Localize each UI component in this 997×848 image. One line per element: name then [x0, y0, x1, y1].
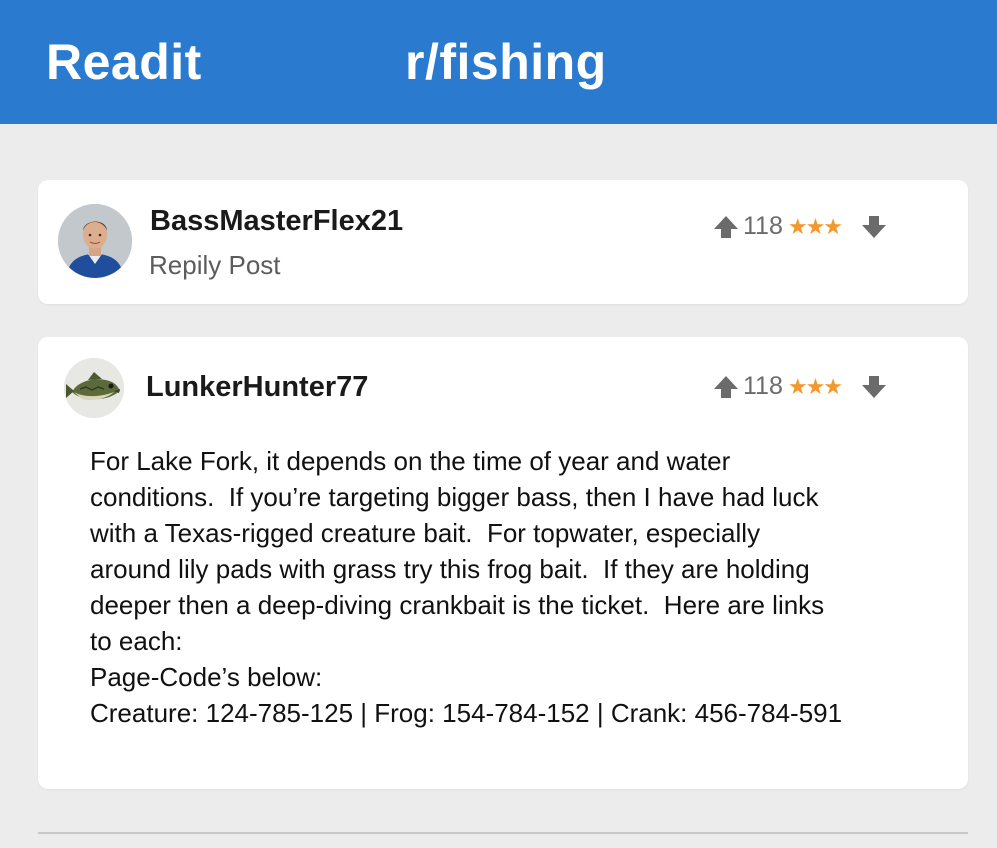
downvote-arrow-icon[interactable]	[860, 213, 888, 241]
comment-card: BassMasterFlex21 Repily Post 118 ★★★	[38, 180, 968, 304]
comment-card: LunkerHunter77 118 ★★★ For Lake Fork, it…	[38, 337, 968, 789]
vote-controls: 118 ★★★	[712, 212, 888, 241]
comment-username[interactable]: LunkerHunter77	[146, 371, 368, 404]
comment-body-line: with a Texas-rigged creature bait. For t…	[90, 518, 761, 548]
largemouth-bass-avatar-icon[interactable]	[64, 358, 124, 418]
comment-body-line: Page-Code’s below:	[90, 662, 323, 692]
comment-body: For Lake Fork, it depends on the time of…	[90, 443, 920, 731]
comment-username[interactable]: BassMasterFlex21	[150, 205, 403, 238]
comment-body-line: deeper then a deep-diving crankbait is t…	[90, 590, 825, 620]
upvote-arrow-icon[interactable]	[712, 373, 740, 401]
man-portrait-avatar-icon[interactable]	[58, 204, 132, 278]
app-logo-text[interactable]: Readit	[46, 33, 202, 91]
vote-controls: 118 ★★★	[712, 372, 888, 401]
comment-body-line: to each:	[90, 626, 183, 656]
comment-body-line: around lily pads with grass try this fro…	[90, 554, 810, 584]
comment-body-line: For Lake Fork, it depends on the time of…	[90, 446, 731, 476]
divider	[38, 832, 968, 834]
rating-stars-icon: ★★★	[787, 213, 843, 239]
comment-body-line: conditions. If you’re targeting bigger b…	[90, 482, 819, 512]
page-codes-line[interactable]: Creature: 124-785-125 | Frog: 154-784-15…	[90, 695, 920, 731]
rating-stars-icon: ★★★	[787, 373, 843, 399]
top-navigation-bar: Readit r/fishing	[0, 0, 997, 124]
reply-post-link[interactable]: Repily Post	[149, 250, 281, 281]
subreddit-title[interactable]: r/fishing	[405, 33, 607, 91]
vote-count: 118	[743, 212, 783, 240]
vote-count: 118	[743, 372, 783, 400]
upvote-arrow-icon[interactable]	[712, 213, 740, 241]
downvote-arrow-icon[interactable]	[860, 373, 888, 401]
